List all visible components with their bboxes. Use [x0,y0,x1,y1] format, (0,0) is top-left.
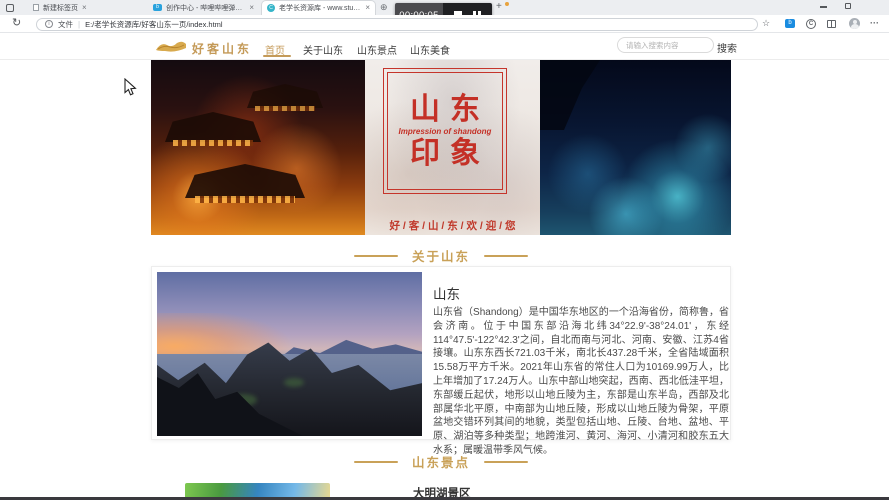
stamp-text-english: Impression of shandong [399,127,492,136]
restore-window-button[interactable] [845,3,851,9]
heading-line [354,255,398,257]
tab-title: 老学长资源库 - www.stuziyuan... [279,3,361,13]
tab-actions-icon[interactable] [6,4,14,12]
site-logo-text: 好客山东 [192,40,252,57]
mount-tai-photo [157,272,422,436]
nav-shandong-attractions[interactable]: 山东景点 [357,42,397,57]
address-divider: | [78,20,80,29]
new-tab-button[interactable]: + [496,1,502,12]
heading-line [354,461,398,463]
minimize-button[interactable] [820,6,827,8]
nav-shandong-food[interactable]: 山东美食 [410,42,450,57]
search-input[interactable] [617,37,714,53]
bilibili-extension-icon[interactable]: b [785,19,795,28]
screen: 新建标签页 × b 创作中心 - 哔哩哔哩弹幕视频网 × C 老学长资源库 - … [0,0,889,500]
settings-menu-icon[interactable]: ··· [870,18,879,29]
split-screen-icon[interactable] [827,20,836,28]
browser-tab-bilibili[interactable]: b 创作中心 - 哔哩哔哩弹幕视频网 × [148,0,259,15]
close-icon[interactable]: × [249,4,254,12]
close-icon[interactable]: × [82,4,87,12]
profile-avatar[interactable] [849,18,860,29]
attractions-section-heading: 山东景点 [151,452,731,471]
heading-line [484,461,528,463]
site-logo-icon [155,39,187,53]
section-title-about: 关于山东 [412,246,470,265]
hero-image-night-architecture [151,60,365,235]
active-nav-underline [263,55,291,57]
favorites-star-icon[interactable]: ☆ [762,18,770,29]
about-paragraph: 山东省（Shandong）是中国华东地区的一个沿海省份，简称鲁，省会济南。位于中… [433,306,729,458]
heading-line [484,255,528,257]
bilibili-favicon-icon: b [153,4,162,11]
browser-tab-active[interactable]: C 老学长资源库 - www.stuziyuan... × [261,0,376,15]
stamp-text-shandong: 山东 [400,93,490,126]
notification-dot [505,2,509,6]
hero-image-night-city [540,60,731,235]
section-title-attractions: 山东景点 [412,452,470,471]
search-button[interactable]: 搜索 [717,40,737,55]
extension-c-icon[interactable]: C [806,19,816,29]
reload-icon[interactable]: ↻ [12,17,21,30]
globe-icon[interactable]: ⊕ [380,3,388,12]
address-url[interactable]: E:/老学长资源库/好客山东一页/index.html [85,19,223,30]
close-icon[interactable]: × [365,4,370,12]
stamp-text-yinxiang: 印象 [400,137,490,170]
info-icon[interactable]: i [45,20,53,28]
about-card: 山东 山东省（Shandong）是中国华东地区的一个沿海省份，简称鲁，省会济南。… [151,266,731,440]
nav-about-shandong[interactable]: 关于山东 [303,42,343,57]
about-card-title: 山东 [433,283,460,303]
shandong-impression-stamp: 山东 Impression of shandong 印象 [383,68,507,194]
hero-banner: 山东 Impression of shandong 印象 好 / 客 / 山 /… [151,60,731,235]
welcome-slogan: 好 / 客 / 山 / 东 / 欢 / 迎 / 您 [365,218,540,233]
tab-title: 创作中心 - 哔哩哔哩弹幕视频网 [166,3,245,13]
about-section-heading: 关于山东 [151,246,731,265]
page-favicon-icon [33,4,39,11]
browser-tab-newtab[interactable]: 新建标签页 × [28,0,146,15]
tab-title: 新建标签页 [43,3,78,13]
mouse-cursor [124,78,137,97]
stamp-inner-border: 山东 Impression of shandong 印象 [387,72,503,190]
site-favicon-icon: C [267,4,275,12]
file-scheme-label: 文件 [58,19,73,30]
address-bar[interactable]: i 文件 | E:/老学长资源库/好客山东一页/index.html [36,18,758,31]
